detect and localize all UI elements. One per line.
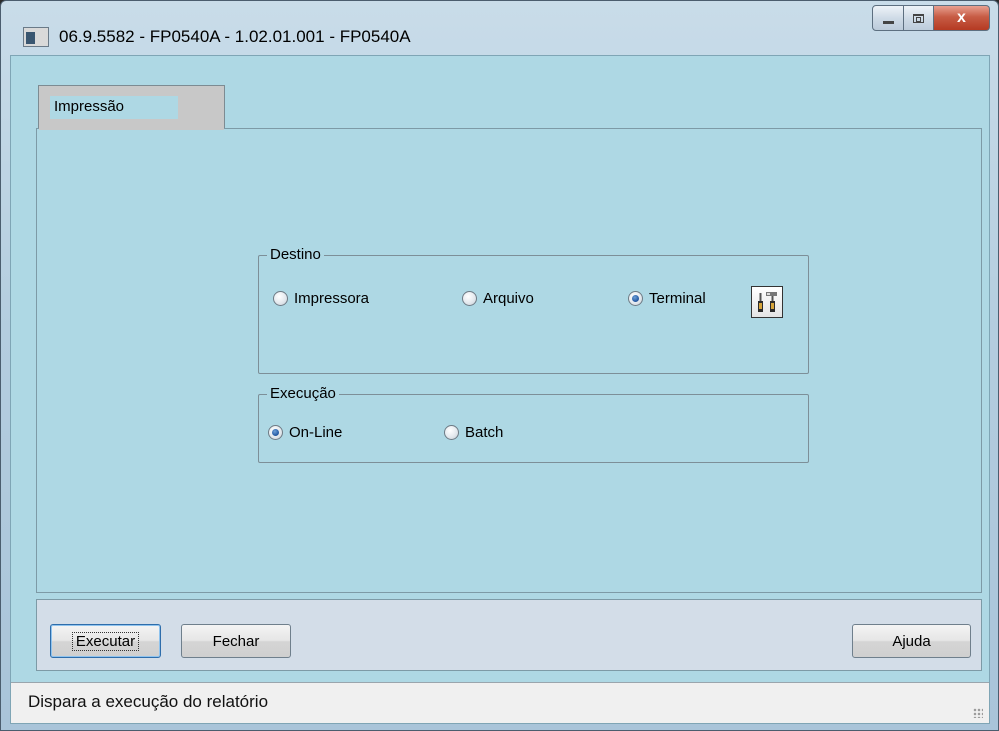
status-text: Dispara a execução do relatório xyxy=(28,692,269,711)
terminal-config-button[interactable] xyxy=(751,286,783,318)
radio-batch-label: Batch xyxy=(465,424,504,441)
minimize-button[interactable] xyxy=(872,5,904,31)
close-button[interactable]: x xyxy=(934,5,990,31)
executar-button[interactable]: Executar xyxy=(50,624,161,658)
tab-impressao[interactable]: Impressão xyxy=(38,85,225,133)
radio-batch[interactable]: Batch xyxy=(444,424,503,441)
radio-online-indicator xyxy=(268,425,283,440)
maximize-button[interactable] xyxy=(904,5,934,31)
minimize-icon xyxy=(882,20,894,24)
radio-impressora[interactable]: Impressora xyxy=(273,290,369,307)
execucao-group-label: Execução xyxy=(267,385,339,402)
destino-group: Destino Impressora Arquivo Terminal xyxy=(258,246,809,374)
client-area: Impressão Destino Impressora Arquivo Ter… xyxy=(10,55,990,724)
radio-arquivo-label: Arquivo xyxy=(483,290,534,307)
app-icon xyxy=(23,27,49,47)
ajuda-button[interactable]: Ajuda xyxy=(852,624,971,658)
radio-online-label: On-Line xyxy=(289,424,343,441)
radio-impressora-indicator xyxy=(273,291,288,306)
fechar-label: Fechar xyxy=(212,632,260,650)
tab-join xyxy=(39,127,224,130)
window-title: 06.9.5582 - FP0540A - 1.02.01.001 - FP05… xyxy=(59,27,411,46)
radio-arquivo[interactable]: Arquivo xyxy=(462,290,534,307)
radio-online[interactable]: On-Line xyxy=(268,424,342,441)
radio-arquivo-indicator xyxy=(462,291,477,306)
destino-group-label: Destino xyxy=(267,246,324,263)
execucao-group: Execução On-Line Batch xyxy=(258,385,809,463)
button-bar: Executar Fechar Ajuda xyxy=(36,599,982,671)
ajuda-label: Ajuda xyxy=(892,632,931,650)
resize-grip-icon[interactable] xyxy=(973,708,983,718)
maximize-icon xyxy=(913,13,924,23)
tools-icon xyxy=(758,292,777,312)
fechar-button[interactable]: Fechar xyxy=(181,624,291,658)
status-bar: Dispara a execução do relatório xyxy=(11,682,989,723)
title-bar[interactable]: 06.9.5582 - FP0540A - 1.02.01.001 - FP05… xyxy=(1,1,998,55)
tab-page-impressao: Destino Impressora Arquivo Terminal Exec… xyxy=(36,128,982,593)
window-controls: x xyxy=(872,5,990,31)
radio-terminal[interactable]: Terminal xyxy=(628,290,706,307)
close-icon: x xyxy=(957,9,966,26)
application-window: 06.9.5582 - FP0540A - 1.02.01.001 - FP05… xyxy=(0,0,999,731)
radio-terminal-indicator xyxy=(628,291,643,306)
radio-batch-indicator xyxy=(444,425,459,440)
tab-impressao-label: Impressão xyxy=(50,96,178,119)
radio-impressora-label: Impressora xyxy=(294,290,370,307)
radio-terminal-label: Terminal xyxy=(649,290,706,307)
executar-label: Executar xyxy=(71,631,140,651)
